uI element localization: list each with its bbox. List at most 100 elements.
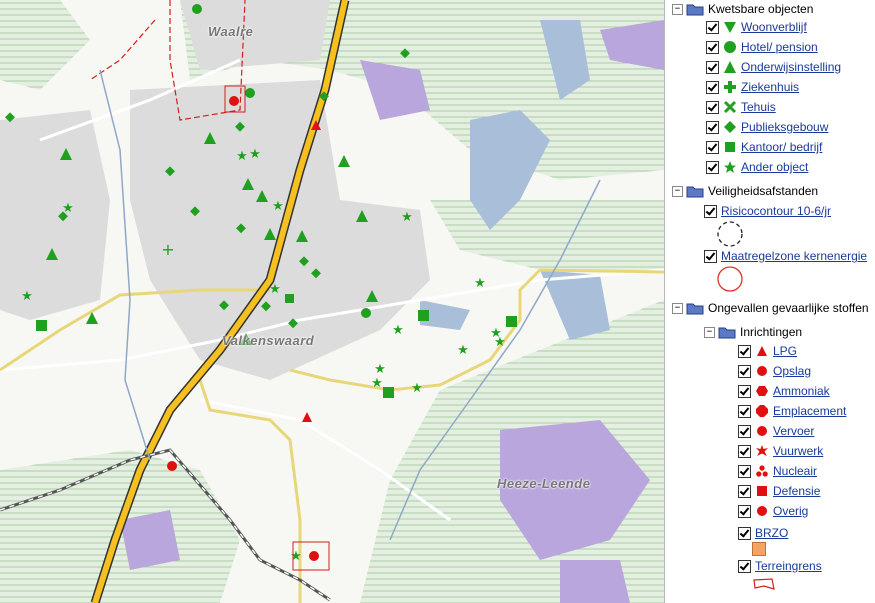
svg-text:★: ★	[371, 376, 383, 391]
collapse-toggle[interactable]: −	[672, 3, 683, 15]
cross-icon	[723, 100, 737, 114]
checkbox[interactable]	[738, 526, 751, 540]
group-inrichtingen[interactable]: − Inrichtingen	[704, 323, 802, 341]
legend-label[interactable]: Risicocontour 10-6/jr	[721, 204, 831, 218]
checkbox[interactable]	[706, 80, 719, 94]
checkbox[interactable]	[738, 444, 751, 458]
legend-item-brzo[interactable]: BRZO	[738, 524, 788, 542]
legend-label[interactable]: Opslag	[773, 364, 811, 378]
legend-item-nucleair[interactable]: Nucleair	[738, 462, 817, 480]
checkbox[interactable]	[706, 40, 719, 54]
dashed-circle-icon	[717, 221, 743, 247]
legend-item-tehuis[interactable]: Tehuis	[706, 98, 776, 116]
svg-text:★: ★	[457, 343, 469, 358]
boundary-outline-icon	[753, 578, 775, 590]
red-circle-icon	[717, 266, 743, 292]
circle-icon	[724, 41, 736, 53]
checkbox[interactable]	[706, 60, 719, 74]
red-circle-icon	[757, 366, 767, 376]
checkbox[interactable]	[738, 384, 751, 398]
place-label-waalre: Waalre	[208, 24, 254, 39]
group-kwetsbare-objecten[interactable]: − Kwetsbare objecten	[672, 0, 813, 18]
checkbox[interactable]	[706, 100, 719, 114]
legend-item-overig[interactable]: Overig	[738, 502, 808, 520]
legend-item-defensie[interactable]: Defensie	[738, 482, 820, 500]
group-title: Kwetsbare objecten	[708, 2, 814, 16]
group-ongevallen[interactable]: − Ongevallen gevaarlijke stoffen	[672, 299, 869, 317]
collapse-toggle[interactable]: −	[704, 326, 715, 338]
legend-label[interactable]: Onderwijsinstelling	[741, 60, 841, 74]
checkbox[interactable]	[704, 204, 717, 218]
star-icon	[724, 161, 736, 173]
folder-icon	[686, 4, 704, 15]
checkbox[interactable]	[706, 140, 719, 154]
legend-label[interactable]: Vervoer	[773, 424, 814, 438]
legend-label[interactable]: Maatregelzone kernenergie	[721, 249, 867, 263]
legend-panel: − Kwetsbare objecten Woonverblijf Hotel/…	[666, 0, 875, 603]
legend-item-risicocontour[interactable]: Risicocontour 10-6/jr	[704, 202, 831, 220]
legend-label[interactable]: LPG	[773, 344, 797, 358]
legend-label[interactable]: Defensie	[773, 484, 820, 498]
svg-text:★: ★	[494, 335, 506, 350]
legend-label[interactable]: Hotel/ pension	[741, 40, 818, 54]
legend-label[interactable]: Ammoniak	[773, 384, 830, 398]
checkbox[interactable]	[738, 364, 751, 378]
group-veiligheidsafstanden[interactable]: − Veiligheidsafstanden	[672, 182, 818, 200]
legend-item-vuurwerk[interactable]: Vuurwerk	[738, 442, 823, 460]
legend-label[interactable]: Woonverblijf	[741, 20, 807, 34]
red-octagon-icon	[756, 405, 768, 417]
legend-label[interactable]: Vuurwerk	[773, 444, 823, 458]
legend-item-terreingrens[interactable]: Terreingrens	[738, 557, 822, 575]
collapse-toggle[interactable]: −	[672, 185, 683, 197]
legend-item-vervoer[interactable]: Vervoer	[738, 422, 814, 440]
legend-label[interactable]: Kantoor/ bedrijf	[741, 140, 822, 154]
svg-text:★: ★	[236, 149, 248, 164]
legend-label[interactable]: Emplacement	[773, 404, 846, 418]
legend-item-emplacement[interactable]: Emplacement	[738, 402, 846, 420]
legend-label[interactable]: Nucleair	[773, 464, 817, 478]
legend-item-publieksgebouw[interactable]: Publieksgebouw	[706, 118, 828, 136]
collapse-toggle[interactable]: −	[672, 302, 683, 314]
legend-item-hotel[interactable]: Hotel/ pension	[706, 38, 818, 56]
orange-square-icon	[752, 542, 766, 556]
checkbox[interactable]	[706, 20, 719, 34]
checkbox[interactable]	[738, 464, 751, 478]
checkbox[interactable]	[704, 249, 717, 263]
legend-item-ander-object[interactable]: Ander object	[706, 158, 808, 176]
legend-item-ammoniak[interactable]: Ammoniak	[738, 382, 830, 400]
svg-text:★: ★	[62, 201, 74, 216]
checkbox[interactable]	[738, 404, 751, 418]
folder-icon	[686, 186, 704, 197]
legend-item-maatregelzone[interactable]: Maatregelzone kernenergie	[704, 247, 867, 265]
legend-item-lpg[interactable]: LPG	[738, 342, 797, 360]
svg-text:★: ★	[249, 147, 261, 162]
legend-item-woonverblijf[interactable]: Woonverblijf	[706, 18, 807, 36]
triangle-down-icon	[724, 22, 736, 33]
legend-item-kantoor[interactable]: Kantoor/ bedrijf	[706, 138, 822, 156]
checkbox[interactable]	[738, 484, 751, 498]
legend-label[interactable]: Terreingrens	[755, 559, 822, 573]
legend-item-onderwijs[interactable]: Onderwijsinstelling	[706, 58, 841, 76]
checkbox[interactable]	[738, 424, 751, 438]
legend-item-opslag[interactable]: Opslag	[738, 362, 811, 380]
checkbox[interactable]	[706, 160, 719, 174]
legend-label[interactable]: Overig	[773, 504, 808, 518]
legend-label[interactable]: BRZO	[755, 526, 788, 540]
place-label-heeze-leende: Heeze-Leende	[497, 476, 591, 491]
checkbox[interactable]	[738, 504, 751, 518]
map-view[interactable]: + ★ ★ ★ ★ ★ ★ ★ ★ ★ ★ ★ ★ ★ ★ ★ ★ Waalre Valkenswa…	[0, 0, 665, 603]
group-title: Veiligheidsafstanden	[708, 184, 819, 198]
plus-icon	[724, 81, 736, 93]
legend-label[interactable]: Ziekenhuis	[741, 80, 799, 94]
legend-label[interactable]: Tehuis	[741, 100, 776, 114]
legend-label[interactable]: Publieksgebouw	[741, 120, 828, 134]
checkbox[interactable]	[738, 344, 751, 358]
group-title: Ongevallen gevaarlijke stoffen	[708, 301, 869, 315]
legend-item-ziekenhuis[interactable]: Ziekenhuis	[706, 78, 799, 96]
red-trefoil-icon	[756, 465, 768, 477]
svg-text:+: +	[161, 240, 174, 259]
checkbox[interactable]	[738, 559, 751, 573]
legend-label[interactable]: Ander object	[741, 160, 808, 174]
checkbox[interactable]	[706, 120, 719, 134]
svg-text:★: ★	[401, 210, 413, 225]
